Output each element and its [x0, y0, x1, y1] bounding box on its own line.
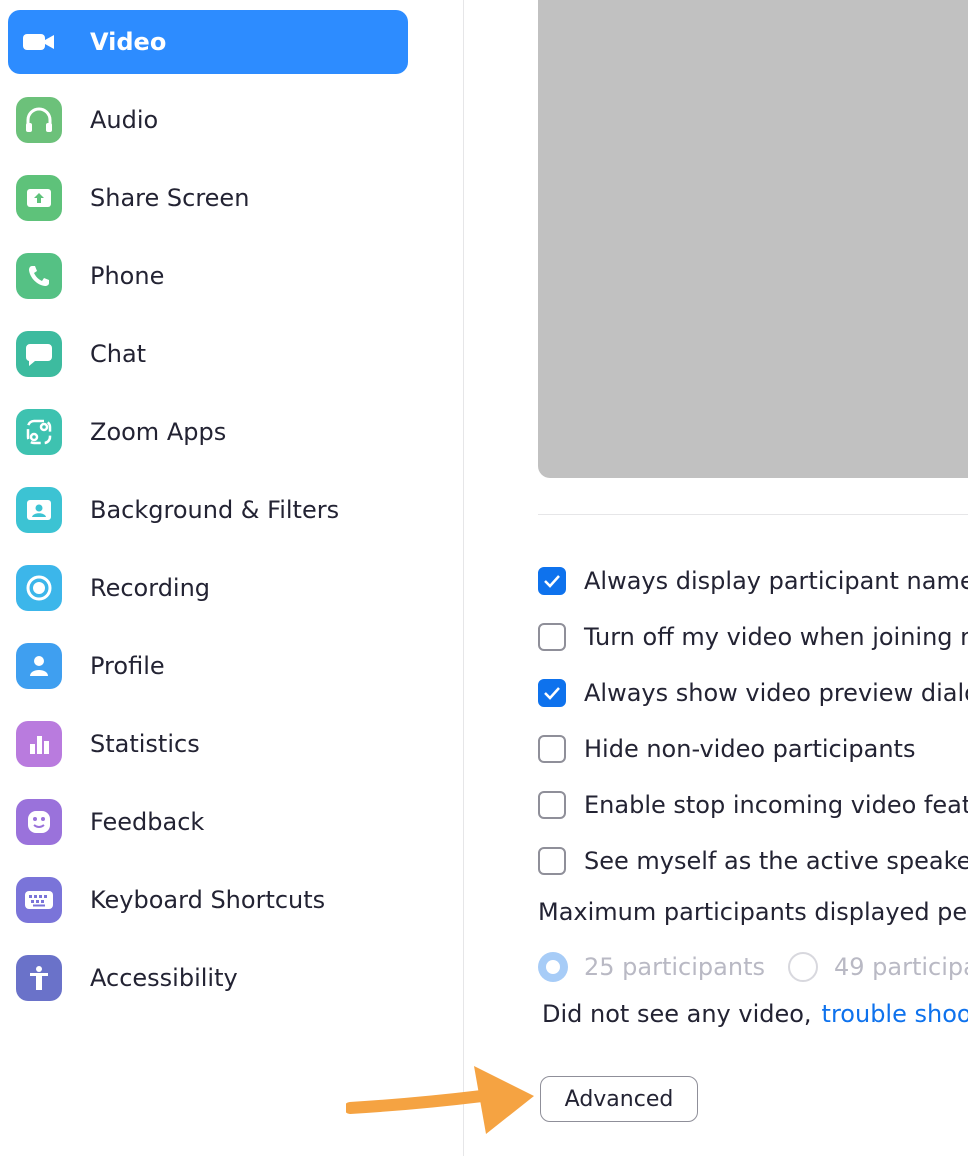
trouble-text: Did not see any video, [542, 1000, 812, 1028]
advanced-button[interactable]: Advanced [540, 1076, 698, 1122]
trouble-shoot-line: Did not see any video, trouble shoo [542, 1000, 968, 1028]
option-label: See myself as the active speaker [584, 847, 968, 875]
sidebar-item-share-screen[interactable]: Share Screen [8, 166, 408, 230]
sidebar-item-statistics[interactable]: Statistics [8, 712, 408, 776]
checkbox-unchecked[interactable] [538, 847, 566, 875]
option-label: Hide non-video participants [584, 735, 916, 763]
sidebar-item-phone[interactable]: Phone [8, 244, 408, 308]
phone-icon [16, 253, 62, 299]
video-preview [538, 0, 968, 478]
sidebar-item-zoom-apps[interactable]: Zoom Apps [8, 400, 408, 464]
radio-25-participants[interactable]: 25 participants [538, 947, 765, 987]
checkbox-unchecked[interactable] [538, 791, 566, 819]
option-hide-non-video[interactable]: Hide non-video participants [538, 729, 915, 769]
sidebar-item-label: Keyboard Shortcuts [90, 886, 326, 914]
checkbox-checked[interactable] [538, 567, 566, 595]
sidebar-item-feedback[interactable]: Feedback [8, 790, 408, 854]
person-icon [16, 643, 62, 689]
sidebar-item-audio[interactable]: Audio [8, 88, 408, 152]
option-display-participant-names[interactable]: Always display participant names [538, 561, 968, 601]
sidebar-item-label: Phone [90, 262, 165, 290]
sidebar-item-label: Profile [90, 652, 165, 680]
checkbox-unchecked[interactable] [538, 623, 566, 651]
sidebar-item-label: Audio [90, 106, 159, 134]
sidebar-item-accessibility[interactable]: Accessibility [8, 946, 408, 1010]
sidebar-item-label: Accessibility [90, 964, 238, 992]
chat-bubble-icon [16, 331, 62, 377]
option-stop-incoming-video[interactable]: Enable stop incoming video featu [538, 785, 968, 825]
divider [538, 514, 968, 515]
sidebar-item-label: Zoom Apps [90, 418, 227, 446]
background-portrait-icon [16, 487, 62, 533]
video-camera-icon [16, 19, 62, 65]
settings-sidebar: Video Audio Share Screen Phone Chat Zoom… [0, 0, 464, 1156]
option-label: Enable stop incoming video featu [584, 791, 968, 819]
sidebar-item-profile[interactable]: Profile [8, 634, 408, 698]
sidebar-item-label: Video [90, 28, 167, 56]
radio-label: 49 participa [834, 953, 968, 981]
check-icon [544, 575, 560, 588]
radio-label: 25 participants [584, 953, 765, 981]
radio-unselected[interactable] [788, 952, 818, 982]
pointer-arrow-icon [346, 1066, 534, 1134]
option-video-preview-dialog[interactable]: Always show video preview dialo [538, 673, 968, 713]
sidebar-item-label: Feedback [90, 808, 205, 836]
headphones-icon [16, 97, 62, 143]
max-participants-label: Maximum participants displayed per [538, 898, 968, 926]
smiley-icon [16, 799, 62, 845]
bar-chart-icon [16, 721, 62, 767]
keyboard-icon [16, 877, 62, 923]
sidebar-item-chat[interactable]: Chat [8, 322, 408, 386]
sidebar-item-video[interactable]: Video [8, 10, 408, 74]
accessibility-person-icon [16, 955, 62, 1001]
radio-selected[interactable] [538, 952, 568, 982]
record-icon [16, 565, 62, 611]
sidebar-item-label: Share Screen [90, 184, 250, 212]
option-label: Always show video preview dialo [584, 679, 968, 707]
share-screen-icon [16, 175, 62, 221]
trouble-shoot-link[interactable]: trouble shoo [822, 1000, 968, 1028]
sidebar-item-label: Statistics [90, 730, 200, 758]
checkbox-checked[interactable] [538, 679, 566, 707]
sidebar-item-keyboard-shortcuts[interactable]: Keyboard Shortcuts [8, 868, 408, 932]
sidebar-item-background-filters[interactable]: Background & Filters [8, 478, 408, 542]
option-see-myself-active-speaker[interactable]: See myself as the active speaker [538, 841, 968, 881]
check-icon [544, 687, 560, 700]
sidebar-item-label: Recording [90, 574, 211, 602]
option-label: Always display participant names [584, 567, 968, 595]
option-turn-off-video[interactable]: Turn off my video when joining m [538, 617, 968, 657]
sidebar-item-label: Chat [90, 340, 147, 368]
sidebar-item-label: Background & Filters [90, 496, 340, 524]
checkbox-unchecked[interactable] [538, 735, 566, 763]
option-label: Turn off my video when joining m [584, 623, 968, 651]
apps-icon [16, 409, 62, 455]
radio-49-participants[interactable]: 49 participa [788, 947, 968, 987]
sidebar-item-recording[interactable]: Recording [8, 556, 408, 620]
